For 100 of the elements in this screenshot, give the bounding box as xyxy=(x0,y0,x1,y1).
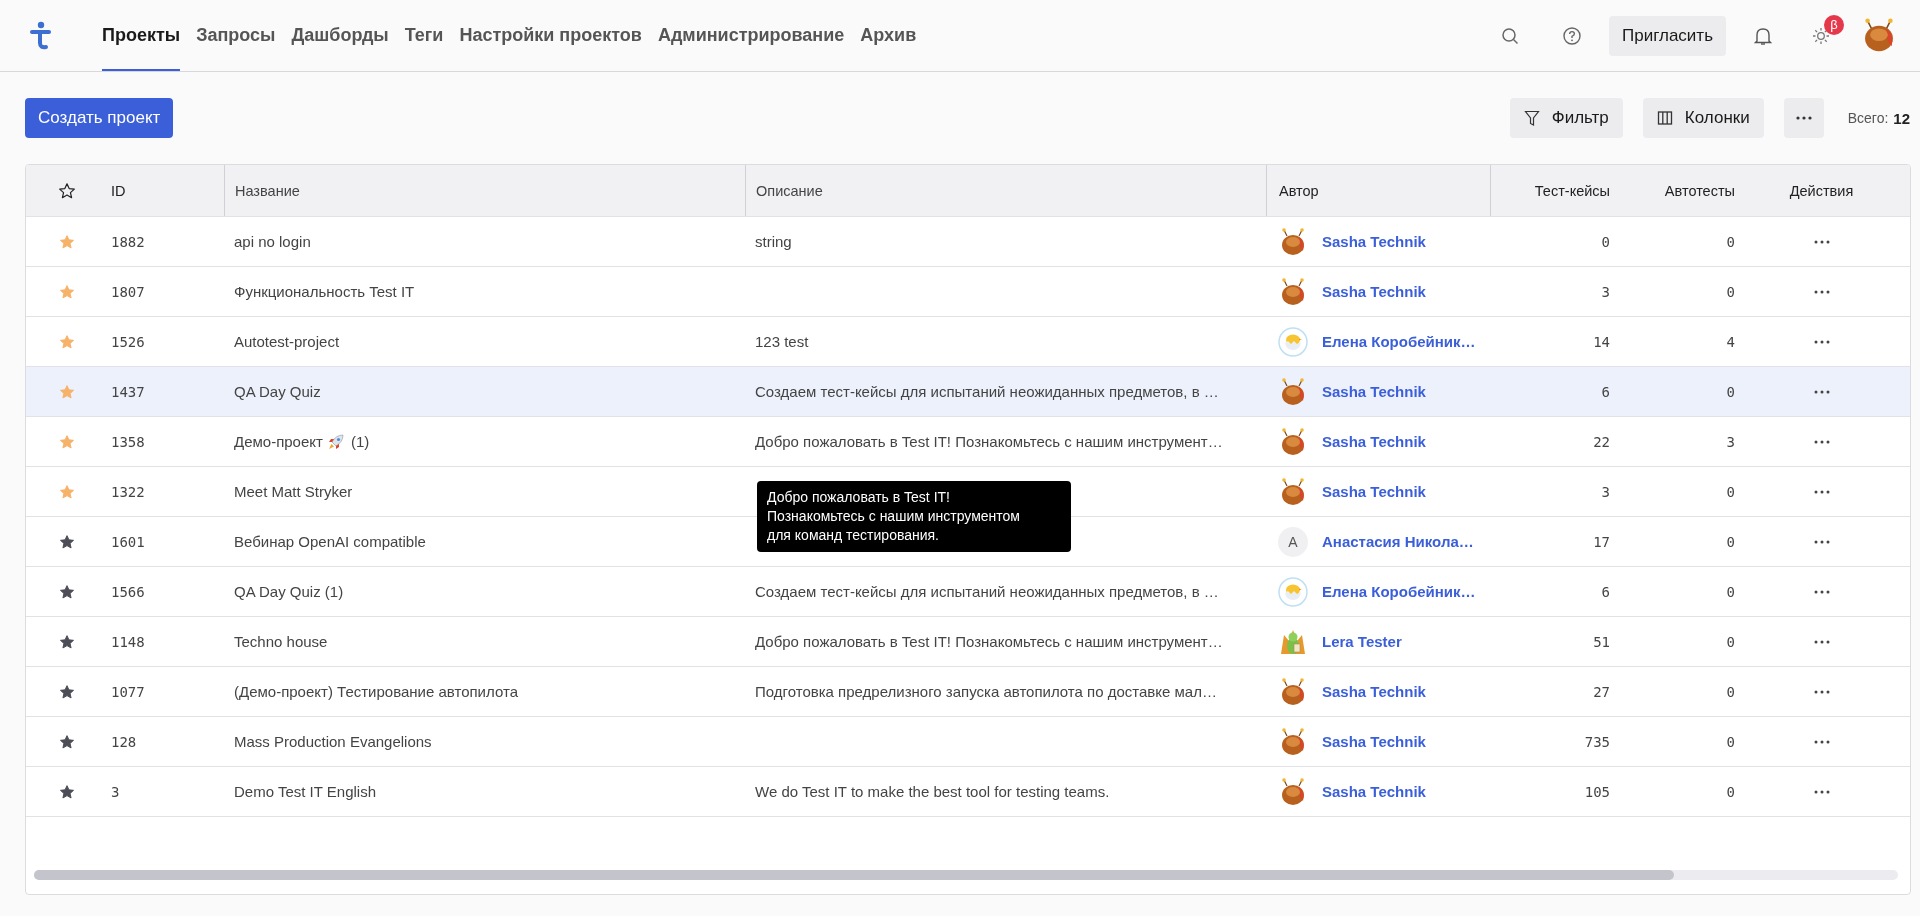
more-icon[interactable] xyxy=(1813,289,1830,294)
star-icon[interactable] xyxy=(58,533,75,550)
star-icon[interactable] xyxy=(58,683,75,700)
more-icon[interactable] xyxy=(1813,439,1830,444)
project-name[interactable]: Вебинар OpenAI compatible xyxy=(234,533,426,550)
more-icon[interactable] xyxy=(1813,389,1830,394)
project-name-suffix: (1) xyxy=(350,433,370,450)
star-icon[interactable] xyxy=(58,283,75,300)
more-icon[interactable] xyxy=(1813,589,1830,594)
project-name[interactable]: QA Day Quiz xyxy=(234,383,321,400)
author-link[interactable]: Анастасия Никола… xyxy=(1322,533,1474,550)
total-label: Всего: xyxy=(1847,110,1889,126)
star-icon[interactable] xyxy=(58,733,75,750)
table-cell: 0 xyxy=(1726,683,1735,700)
more-icon[interactable] xyxy=(1813,689,1830,694)
nav-tab[interactable]: Запросы xyxy=(196,0,276,71)
star-outline-icon[interactable] xyxy=(57,181,76,200)
table-cell: 1807 xyxy=(111,283,145,300)
table-cell: 735 xyxy=(1584,733,1610,750)
more-icon[interactable] xyxy=(1813,789,1830,794)
project-name[interactable]: (Демо-проект) Тестирование автопилота xyxy=(234,683,518,700)
star-icon[interactable] xyxy=(58,483,75,500)
project-name[interactable]: Mass Production Evangelions xyxy=(234,733,432,750)
star-icon[interactable] xyxy=(58,383,75,400)
table-cell: 1077 xyxy=(111,683,145,700)
project-name[interactable]: api no login xyxy=(234,233,311,250)
invite-button[interactable]: Пригласить xyxy=(1609,15,1726,56)
table-cell: 4 xyxy=(1726,333,1735,350)
sun-icon[interactable] xyxy=(1812,26,1830,45)
star-icon[interactable] xyxy=(58,583,75,600)
author-link[interactable]: Sasha Technik xyxy=(1322,383,1426,400)
table-cell: 1437 xyxy=(111,383,145,400)
table-cell: 1322 xyxy=(111,483,145,500)
column-header[interactable]: Название xyxy=(235,182,300,199)
star-icon[interactable] xyxy=(58,233,75,250)
nav-tab[interactable]: Настройки проектов xyxy=(459,0,642,71)
tooltip: Добро пожаловать в Test IT! Познакомьтесь с нашим инструментом для команд тестирования. xyxy=(757,481,1071,552)
author-link[interactable]: Елена Коробейник… xyxy=(1322,583,1476,600)
nav-tab[interactable]: Дашборды xyxy=(291,0,389,71)
column-header[interactable]: Автор xyxy=(1279,182,1319,199)
more-icon[interactable] xyxy=(1813,339,1830,344)
table-cell: Подготовка предрелизного запуска автопилота по доставке мал… xyxy=(755,683,1217,700)
author-link[interactable]: Sasha Technik xyxy=(1322,483,1426,500)
table-cell: 0 xyxy=(1726,383,1735,400)
column-header[interactable]: ID xyxy=(111,182,126,199)
avatar-initial: A xyxy=(1278,526,1308,557)
table-cell: 1526 xyxy=(111,333,145,350)
table-cell: 22 xyxy=(1593,433,1610,450)
column-header[interactable]: Тест-кейсы xyxy=(1534,182,1610,199)
author-link[interactable]: Lera Tester xyxy=(1322,633,1402,650)
more-icon[interactable] xyxy=(1813,539,1830,544)
nav-tab[interactable]: Архив xyxy=(860,0,917,71)
project-name[interactable]: Autotest-project xyxy=(234,333,340,350)
nav-tab[interactable]: Проекты xyxy=(102,0,181,71)
filter-button[interactable]: Фильтр xyxy=(1509,98,1623,138)
more-icon[interactable] xyxy=(1813,639,1830,644)
author-link[interactable]: Елена Коробейник… xyxy=(1322,333,1476,350)
table-cell: 0 xyxy=(1726,733,1735,750)
table-cell: 1882 xyxy=(111,233,145,250)
project-name[interactable]: Демо-проект xyxy=(234,433,323,450)
more-icon[interactable] xyxy=(1813,739,1830,744)
more-icon[interactable] xyxy=(1813,489,1830,494)
table-cell: 0 xyxy=(1726,783,1735,800)
star-icon[interactable] xyxy=(58,783,75,800)
author-link[interactable]: Sasha Technik xyxy=(1322,433,1426,450)
project-name[interactable]: Demo Test IT English xyxy=(234,783,376,800)
table-cell: string xyxy=(755,233,792,250)
create-project-button[interactable]: Создать проект xyxy=(25,98,174,138)
column-header[interactable]: Действия xyxy=(1789,182,1854,199)
more-icon[interactable] xyxy=(1813,239,1830,244)
rocket-icon xyxy=(326,432,345,451)
nav-tab[interactable]: Администрирование xyxy=(657,0,845,71)
logo-icon[interactable] xyxy=(30,20,52,51)
help-icon[interactable] xyxy=(1563,26,1581,45)
nav-tab[interactable]: Теги xyxy=(404,0,444,71)
column-header[interactable]: Описание xyxy=(756,182,823,199)
column-header[interactable]: Автотесты xyxy=(1664,182,1735,199)
table-cell: 123 test xyxy=(755,333,809,350)
star-icon[interactable] xyxy=(58,433,75,450)
scrollbar-thumb[interactable] xyxy=(34,870,1675,880)
table-cell: 1148 xyxy=(111,633,145,650)
author-link[interactable]: Sasha Technik xyxy=(1322,233,1426,250)
star-icon[interactable] xyxy=(58,333,75,350)
table-cell: 128 xyxy=(111,733,137,750)
table-cell: 0 xyxy=(1726,633,1735,650)
author-link[interactable]: Sasha Technik xyxy=(1322,283,1426,300)
project-name[interactable]: Meet Matt Stryker xyxy=(234,483,353,500)
search-icon[interactable] xyxy=(1501,26,1519,45)
author-link[interactable]: Sasha Technik xyxy=(1322,683,1426,700)
author-link[interactable]: Sasha Technik xyxy=(1322,733,1426,750)
author-link[interactable]: Sasha Technik xyxy=(1322,783,1426,800)
project-name[interactable]: Techno house xyxy=(234,633,328,650)
bell-icon[interactable] xyxy=(1754,25,1772,46)
table-cell: 3 xyxy=(1726,433,1735,450)
star-icon[interactable] xyxy=(58,633,75,650)
project-name[interactable]: QA Day Quiz (1) xyxy=(234,583,344,600)
project-name[interactable]: Функциональность Test IT xyxy=(234,283,415,300)
columns-button[interactable]: Колонки xyxy=(1642,98,1764,138)
table-cell: 105 xyxy=(1584,783,1610,800)
table-cell: 1358 xyxy=(111,433,145,450)
